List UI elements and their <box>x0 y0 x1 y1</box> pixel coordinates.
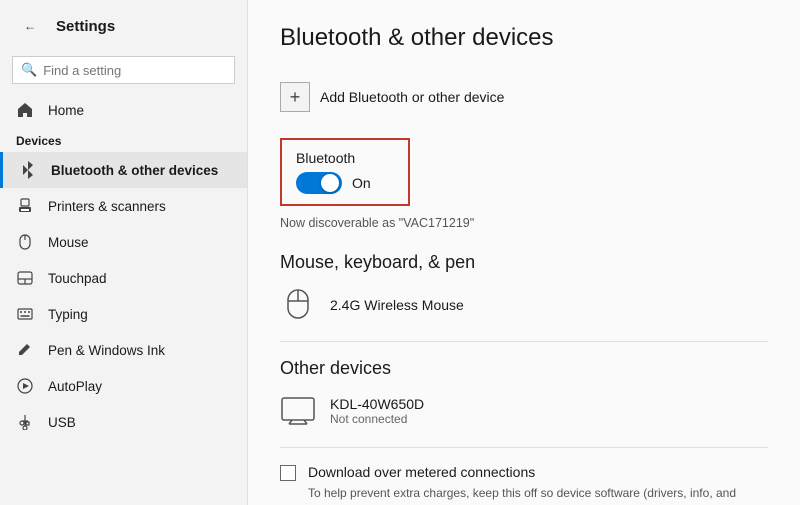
download-desc: To help prevent extra charges, keep this… <box>308 484 768 505</box>
bluetooth-icon <box>19 161 37 179</box>
discoverable-text: Now discoverable as "VAC171219" <box>280 216 768 230</box>
other-section-heading: Other devices <box>280 358 768 379</box>
bluetooth-toggle[interactable] <box>296 172 342 194</box>
sidebar-item-typing[interactable]: Typing <box>0 296 247 332</box>
touchpad-icon <box>16 269 34 287</box>
sidebar-item-autoplay[interactable]: AutoPlay <box>0 368 247 404</box>
bluetooth-state: On <box>352 175 371 191</box>
sidebar-item-home[interactable]: Home <box>0 92 247 128</box>
mouse-device-info: 2.4G Wireless Mouse <box>330 297 464 313</box>
usb-label: USB <box>48 415 76 430</box>
sidebar-item-pen[interactable]: Pen & Windows Ink <box>0 332 247 368</box>
tv-device-icon <box>280 393 316 429</box>
download-row: Download over metered connections To hel… <box>280 464 768 505</box>
tv-device-status: Not connected <box>330 412 424 426</box>
typing-label: Typing <box>48 307 88 322</box>
printer-icon <box>16 197 34 215</box>
touchpad-label: Touchpad <box>48 271 107 286</box>
home-label: Home <box>48 103 84 118</box>
home-icon <box>16 101 34 119</box>
usb-icon <box>16 413 34 431</box>
bluetooth-section-label: Bluetooth <box>296 150 394 166</box>
pen-label: Pen & Windows Ink <box>48 343 165 358</box>
sidebar-item-printers[interactable]: Printers & scanners <box>0 188 247 224</box>
mouse-device-icon <box>280 287 316 323</box>
add-icon: + <box>280 82 310 112</box>
add-device-button[interactable]: + Add Bluetooth or other device <box>280 72 768 122</box>
mouse-section-heading: Mouse, keyboard, & pen <box>280 252 768 273</box>
sidebar-item-usb[interactable]: USB <box>0 404 247 440</box>
sidebar-item-bluetooth[interactable]: Bluetooth & other devices <box>0 152 247 188</box>
sidebar-title: Settings <box>56 18 115 35</box>
typing-icon <box>16 305 34 323</box>
download-text-block: Download over metered connections To hel… <box>308 464 768 505</box>
sidebar-header: ← Settings <box>0 0 247 52</box>
main-content: Bluetooth & other devices + Add Bluetoot… <box>248 0 800 505</box>
sidebar-item-touchpad[interactable]: Touchpad <box>0 260 247 296</box>
sidebar: ← Settings 🔍 Home Devices Bluetooth & ot… <box>0 0 248 505</box>
mouse-device-name: 2.4G Wireless Mouse <box>330 297 464 313</box>
sidebar-item-mouse[interactable]: Mouse <box>0 224 247 260</box>
mouse-device-item: 2.4G Wireless Mouse <box>280 287 768 323</box>
search-input[interactable] <box>43 63 226 78</box>
bluetooth-toggle-row: On <box>296 172 394 194</box>
back-button[interactable]: ← <box>16 12 44 40</box>
toggle-thumb <box>321 174 339 192</box>
divider-1 <box>280 341 768 342</box>
bluetooth-label: Bluetooth & other devices <box>51 163 218 178</box>
autoplay-label: AutoPlay <box>48 379 102 394</box>
pen-icon <box>16 341 34 359</box>
download-label: Download over metered connections <box>308 464 768 480</box>
download-checkbox[interactable] <box>280 465 296 481</box>
autoplay-icon <box>16 377 34 395</box>
page-title: Bluetooth & other devices <box>280 24 768 52</box>
bluetooth-toggle-box: Bluetooth On <box>280 138 410 206</box>
tv-device-info: KDL-40W650D Not connected <box>330 396 424 426</box>
divider-2 <box>280 447 768 448</box>
mouse-icon <box>16 233 34 251</box>
search-box[interactable]: 🔍 <box>12 56 235 84</box>
search-icon: 🔍 <box>21 62 37 78</box>
printers-label: Printers & scanners <box>48 199 166 214</box>
tv-device-name: KDL-40W650D <box>330 396 424 412</box>
sidebar-section-devices: Devices <box>0 128 247 152</box>
add-device-label: Add Bluetooth or other device <box>320 89 504 105</box>
mouse-label: Mouse <box>48 235 89 250</box>
tv-device-item: KDL-40W650D Not connected <box>280 393 768 429</box>
